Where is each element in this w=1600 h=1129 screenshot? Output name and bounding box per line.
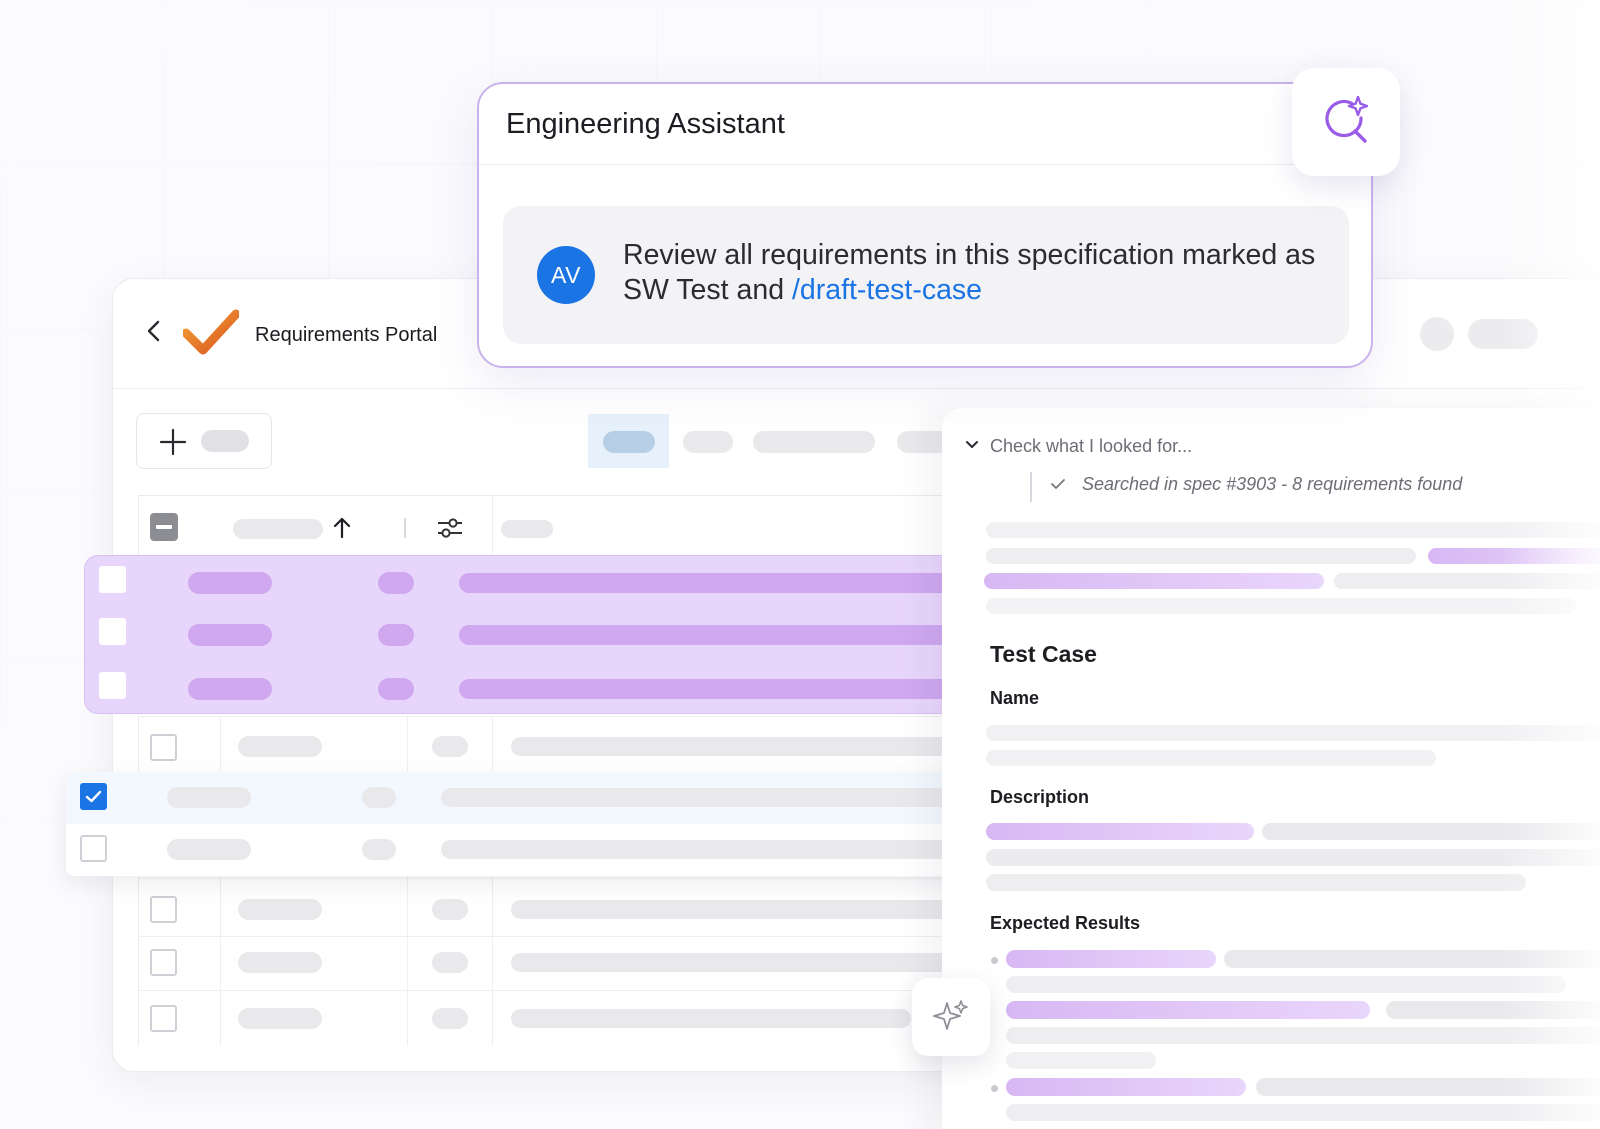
section-title: Test Case bbox=[990, 641, 1097, 667]
row-checkbox[interactable] bbox=[150, 1005, 177, 1032]
column-header[interactable] bbox=[233, 519, 323, 539]
dragged-rows[interactable] bbox=[66, 772, 966, 876]
row-checkbox-checked[interactable] bbox=[80, 783, 107, 810]
row-checkbox[interactable] bbox=[150, 734, 177, 761]
selected-rows-group[interactable] bbox=[84, 555, 989, 714]
checkmark-logo bbox=[183, 309, 239, 355]
add-requirement-button[interactable] bbox=[136, 413, 272, 469]
message-text: Review all requirements in this specific… bbox=[623, 239, 1316, 306]
assistant-title: Engineering Assistant bbox=[506, 108, 785, 140]
column-header[interactable] bbox=[501, 520, 553, 538]
ai-search-button[interactable] bbox=[1292, 68, 1400, 176]
sort-ascending-icon[interactable] bbox=[332, 516, 352, 540]
check-icon bbox=[85, 790, 102, 803]
filter-sliders-icon[interactable] bbox=[436, 515, 464, 541]
check-sources-toggle[interactable]: Check what I looked for... bbox=[990, 436, 1192, 457]
check-icon bbox=[1051, 479, 1065, 489]
name-label: Name bbox=[990, 688, 1040, 708]
row-checkbox[interactable] bbox=[99, 618, 126, 645]
prompt-message: AV Review all requirements in this speci… bbox=[503, 206, 1349, 344]
portal-title: Requirements Portal bbox=[255, 324, 438, 346]
view-tab[interactable] bbox=[753, 431, 875, 453]
search-result-text: Searched in spec #3903 - 8 requirements … bbox=[1082, 474, 1463, 494]
ai-search-icon bbox=[1325, 95, 1369, 143]
row-checkbox[interactable] bbox=[150, 949, 177, 976]
description-label: Description bbox=[990, 787, 1090, 807]
sparkle-icon bbox=[933, 1000, 968, 1030]
engineering-assistant-card: Engineering Assistant AV Review all requ… bbox=[477, 82, 1373, 368]
chevron-down-icon[interactable] bbox=[964, 436, 980, 454]
select-all-checkbox[interactable] bbox=[150, 513, 178, 541]
row-checkbox[interactable] bbox=[80, 835, 107, 862]
ai-sparkle-button[interactable] bbox=[912, 978, 990, 1056]
command-link[interactable]: /draft-test-case bbox=[792, 274, 982, 306]
expected-results-label: Expected Results bbox=[990, 913, 1141, 933]
chevron-left-icon[interactable] bbox=[143, 319, 165, 343]
user-avatar[interactable] bbox=[1420, 317, 1454, 351]
row-checkbox[interactable] bbox=[99, 672, 126, 699]
view-tab[interactable] bbox=[683, 431, 733, 453]
avatar: AV bbox=[537, 246, 595, 304]
plus-icon bbox=[159, 428, 187, 456]
row-checkbox[interactable] bbox=[99, 566, 126, 593]
row-checkbox[interactable] bbox=[150, 896, 177, 923]
